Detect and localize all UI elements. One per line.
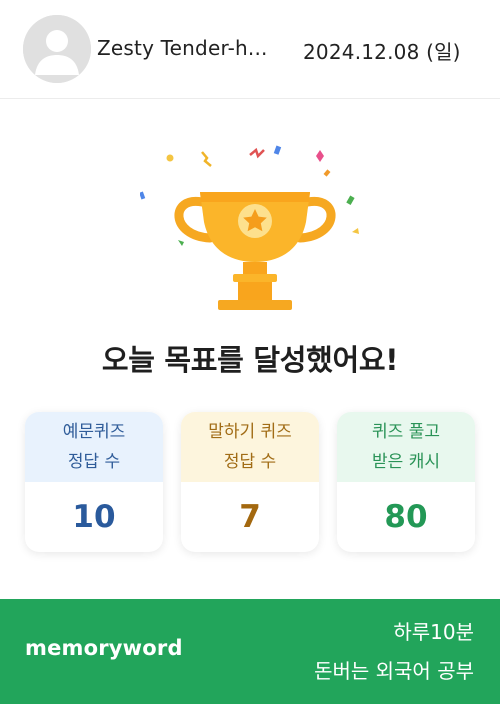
footer-banner: memoryword 하루10분 돈버는 외국어 공부 [0,599,500,704]
user-avatar-icon [23,15,91,83]
stat-header: 예문퀴즈 정답 수 [25,412,163,482]
trophy-illustration [139,130,370,320]
stat-header: 퀴즈 풀고 받은 캐시 [337,412,475,482]
stat-label-line1: 퀴즈 풀고 [372,422,440,442]
tagline-line1: 하루10분 [393,620,474,644]
date-label: 2024.12.08 (일) [303,40,461,64]
tagline-line2: 돈버는 외국어 공부 [314,659,474,683]
stat-card-speaking-quiz: 말하기 퀴즈 정답 수 7 [181,412,319,552]
header-bar: Zesty Tender-h... 2024.12.08 (일) [0,0,500,99]
stat-value: 80 [384,499,428,535]
stat-label-line2: 정답 수 [223,452,277,472]
brand-logo: memoryword [25,636,183,660]
stat-card-earned-cash: 퀴즈 풀고 받은 캐시 80 [337,412,475,552]
stat-label-line1: 예문퀴즈 [62,422,126,442]
avatar[interactable] [23,15,91,83]
username: Zesty Tender-h... [97,36,268,60]
goal-achieved-title: 오늘 목표를 달성했어요! [101,343,399,377]
stat-label-line2: 받은 캐시 [372,452,440,472]
stat-label-line1: 말하기 퀴즈 [208,422,292,442]
stat-header: 말하기 퀴즈 정답 수 [181,412,319,482]
stat-card-example-quiz: 예문퀴즈 정답 수 10 [25,412,163,552]
trophy-icon [139,145,359,310]
tagline: 하루10분 돈버는 외국어 공부 [314,613,474,691]
stat-value: 10 [72,499,116,535]
stat-value: 7 [239,499,261,535]
stat-label-line2: 정답 수 [67,452,121,472]
